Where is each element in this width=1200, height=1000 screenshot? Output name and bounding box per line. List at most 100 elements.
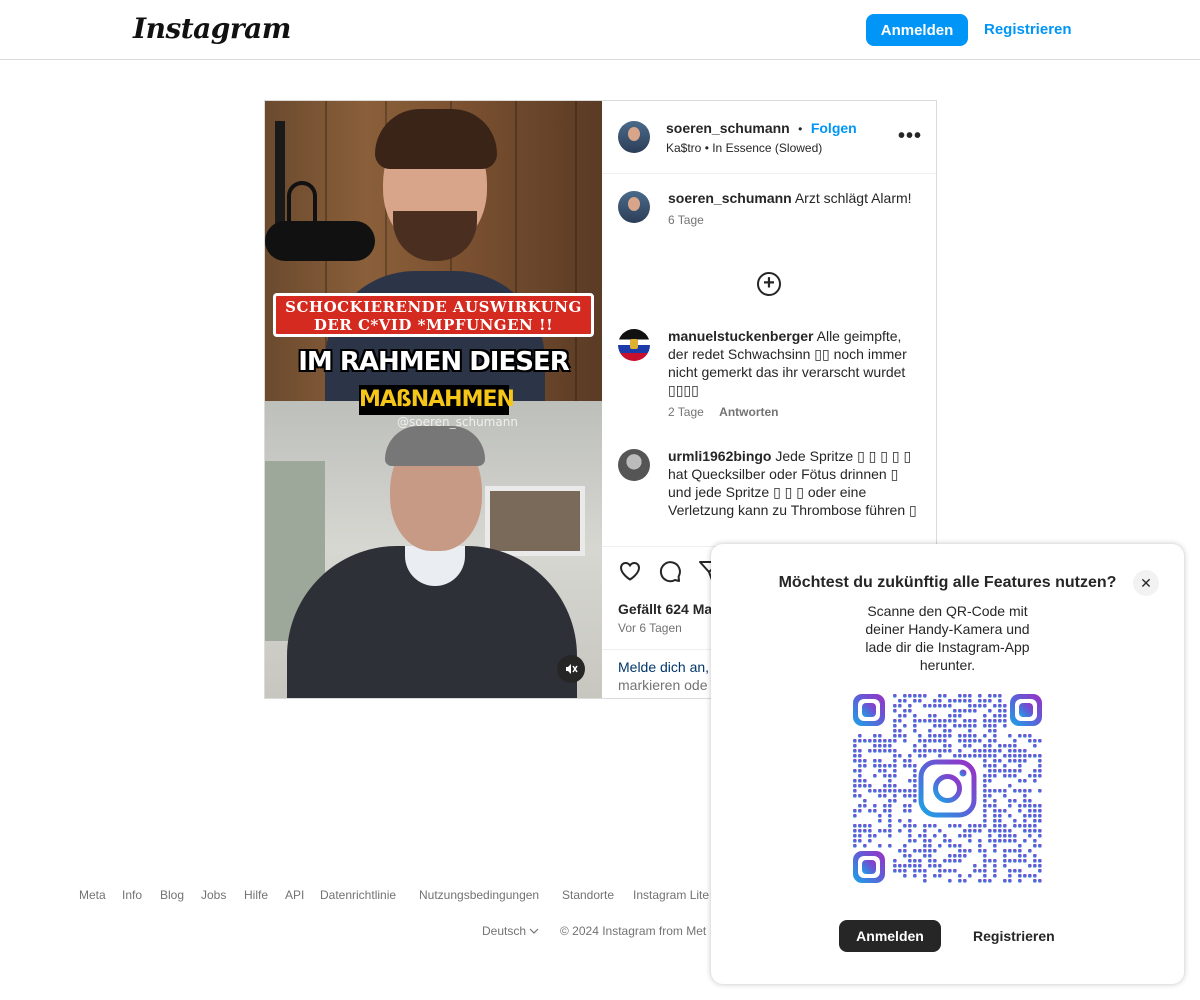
- qr-dot: [983, 784, 987, 788]
- login-prompt-link[interactable]: Melde dich an,: [618, 659, 709, 675]
- audio-track[interactable]: Ka$tro • In Essence (Slowed): [666, 141, 822, 155]
- qr-dot: [1003, 764, 1007, 768]
- instagram-logo[interactable]: Instagram: [133, 12, 291, 45]
- likes-count[interactable]: Gefällt 624 Ma: [618, 601, 712, 617]
- heart-icon[interactable]: [618, 559, 642, 588]
- qr-dot: [938, 719, 942, 723]
- qr-dot: [948, 879, 952, 883]
- post-video[interactable]: SCHOCKIERENDE AUSWIRKUNG DER C*VID *MPFU…: [265, 101, 602, 698]
- footer-link-meta[interactable]: Meta: [79, 888, 106, 902]
- qr-dot: [933, 859, 937, 863]
- follow-button[interactable]: Folgen: [811, 120, 857, 136]
- author-username[interactable]: soeren_schumann: [666, 120, 790, 136]
- qr-dot: [858, 779, 862, 783]
- qr-dot: [938, 699, 942, 703]
- add-comment-icon[interactable]: +: [757, 272, 781, 296]
- qr-dot: [1023, 839, 1027, 843]
- qr-dot: [903, 714, 907, 718]
- more-options-icon[interactable]: •••: [898, 125, 922, 148]
- qr-dot: [898, 849, 902, 853]
- qr-dot: [963, 849, 967, 853]
- qr-dot: [1013, 859, 1017, 863]
- comment-username[interactable]: urmli1962bingo: [668, 448, 771, 464]
- qr-dot: [1013, 774, 1017, 778]
- close-icon[interactable]: ✕: [1133, 570, 1159, 596]
- footer-link-jobs[interactable]: Jobs: [201, 888, 226, 902]
- qr-dot: [988, 859, 992, 863]
- qr-dot: [993, 764, 997, 768]
- comment-username[interactable]: manuelstuckenberger: [668, 328, 814, 344]
- qr-dot: [958, 709, 962, 713]
- author-avatar[interactable]: [618, 121, 650, 153]
- comment-avatar[interactable]: [618, 329, 650, 361]
- qr-dot: [973, 824, 977, 828]
- caption-text: Arzt schlägt Alarm!: [794, 190, 912, 206]
- mute-icon[interactable]: [557, 655, 585, 683]
- login-button[interactable]: Anmelden: [866, 14, 968, 46]
- comment-avatar[interactable]: [618, 449, 650, 481]
- post-header: soeren_schumann • Folgen Ka$tro • In Ess…: [602, 101, 936, 174]
- dialog-login-button[interactable]: Anmelden: [839, 920, 941, 952]
- footer-link-blog[interactable]: Blog: [160, 888, 184, 902]
- qr-dot: [923, 854, 927, 858]
- qr-dot: [1018, 869, 1022, 873]
- caption-avatar[interactable]: [618, 191, 650, 223]
- qr-dot: [983, 809, 987, 813]
- qr-dot: [918, 694, 922, 698]
- language-selector[interactable]: Deutsch: [482, 924, 539, 938]
- qr-dot: [853, 794, 857, 798]
- footer-link-terms[interactable]: Nutzungsbedingungen: [419, 888, 539, 902]
- caption-username[interactable]: soeren_schumann: [668, 190, 792, 206]
- footer-link-lite[interactable]: Instagram Lite: [633, 888, 709, 902]
- qr-dot: [993, 839, 997, 843]
- qr-dot: [948, 749, 952, 753]
- qr-dot: [1018, 789, 1022, 793]
- qr-dot: [888, 779, 892, 783]
- qr-dot: [853, 834, 857, 838]
- qr-dot: [878, 789, 882, 793]
- qr-dot: [1033, 824, 1037, 828]
- comments-list[interactable]: soeren_schumann Arzt schlägt Alarm! 6 Ta…: [602, 174, 936, 546]
- qr-dot: [1023, 794, 1027, 798]
- qr-dot: [978, 824, 982, 828]
- qr-dot: [913, 714, 917, 718]
- qr-dot: [883, 739, 887, 743]
- footer-link-help[interactable]: Hilfe: [244, 888, 268, 902]
- register-link[interactable]: Registrieren: [984, 21, 1072, 38]
- qr-dot: [908, 809, 912, 813]
- qr-dot: [873, 834, 877, 838]
- qr-dot: [948, 729, 952, 733]
- qr-dot: [858, 749, 862, 753]
- qr-dot: [993, 704, 997, 708]
- qr-dot: [878, 829, 882, 833]
- qr-dot: [1028, 754, 1032, 758]
- qr-dot: [908, 864, 912, 868]
- footer-link-info[interactable]: Info: [122, 888, 142, 902]
- qr-dot: [938, 874, 942, 878]
- qr-dot: [853, 789, 857, 793]
- qr-dot: [908, 704, 912, 708]
- footer-link-locations[interactable]: Standorte: [562, 888, 614, 902]
- qr-dot: [993, 789, 997, 793]
- qr-dot: [868, 839, 872, 843]
- qr-dot: [913, 849, 917, 853]
- footer-link-api[interactable]: API: [285, 888, 304, 902]
- reply-button[interactable]: Antworten: [719, 405, 778, 419]
- qr-dot: [888, 799, 892, 803]
- qr-dot: [928, 854, 932, 858]
- qr-dot: [1003, 769, 1007, 773]
- qr-dot: [858, 794, 862, 798]
- qr-dot: [973, 704, 977, 708]
- qr-dot: [943, 744, 947, 748]
- comment-icon[interactable]: [658, 559, 682, 588]
- qr-dot: [1003, 849, 1007, 853]
- qr-dot: [1033, 779, 1037, 783]
- qr-dot: [973, 734, 977, 738]
- qr-dot: [968, 874, 972, 878]
- qr-dot: [893, 799, 897, 803]
- qr-dot: [908, 829, 912, 833]
- qr-dot: [978, 839, 982, 843]
- footer-link-privacy[interactable]: Datenrichtlinie: [320, 888, 396, 902]
- qr-dot: [993, 739, 997, 743]
- dialog-register-link[interactable]: Registrieren: [973, 928, 1055, 944]
